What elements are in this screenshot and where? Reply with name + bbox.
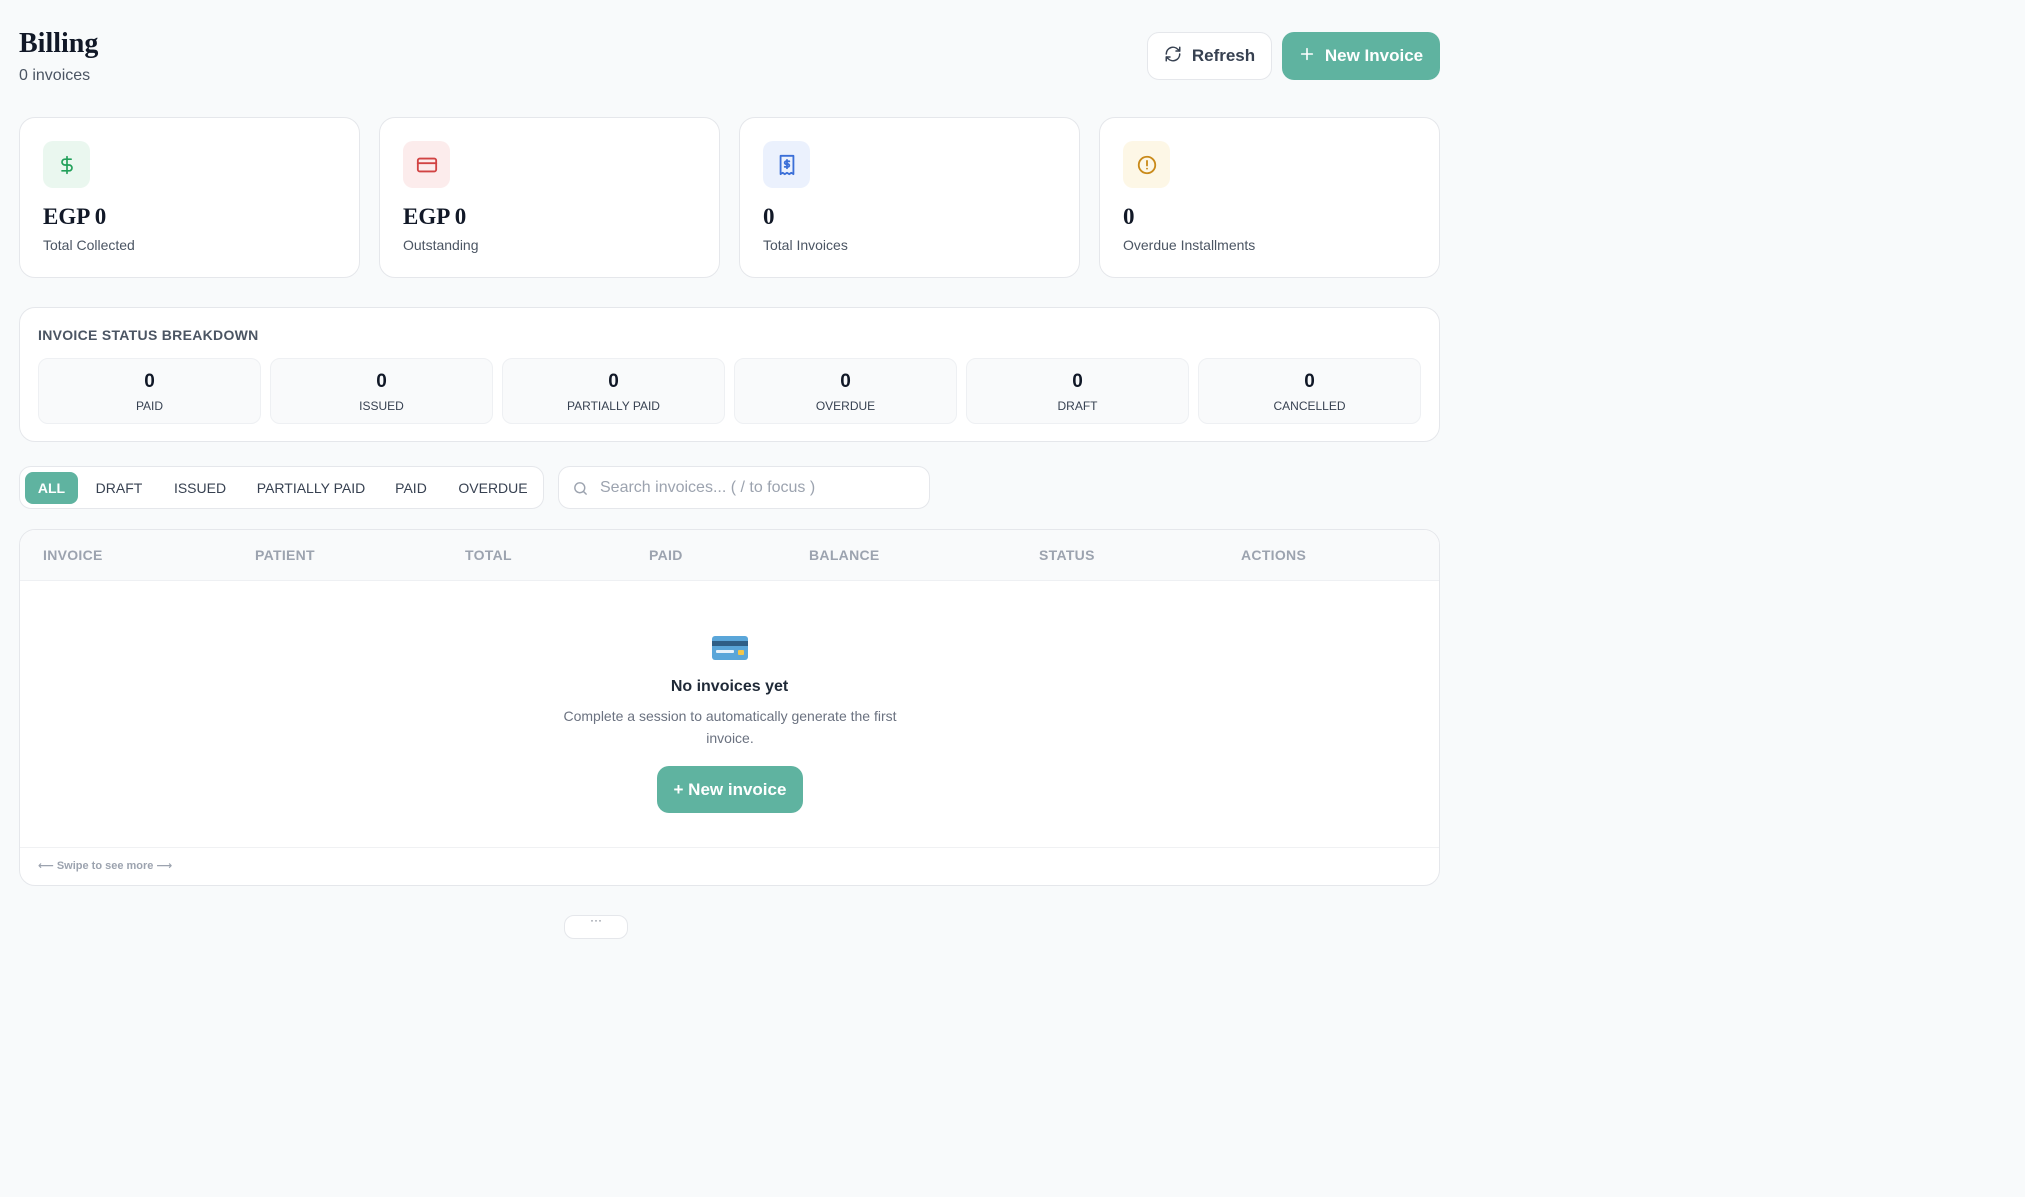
breakdown-label: PARTIALLY PAID	[567, 399, 660, 413]
column-header-paid[interactable]: PAID	[649, 547, 683, 563]
invoice-count: 0 invoices	[19, 67, 91, 84]
stat-value: EGP 0	[43, 204, 107, 229]
column-header-balance[interactable]: BALANCE	[809, 547, 880, 563]
stat-value: 0	[1123, 204, 1135, 229]
filter-tab-paid[interactable]: PAID	[386, 472, 436, 504]
column-header-total[interactable]: TOTAL	[465, 547, 512, 563]
credit-card-icon	[403, 141, 450, 188]
breakdown-item-cancelled: 0 CANCELLED	[1198, 358, 1421, 424]
billing-page: Billing 0 invoices Refresh New Invoice E…	[0, 0, 1568, 939]
invoice-status-breakdown: INVOICE STATUS BREAKDOWN 0 PAID 0 ISSUED…	[19, 307, 1440, 442]
breakdown-label: ISSUED	[359, 399, 404, 413]
stat-card-total-collected: EGP 0 Total Collected	[19, 117, 360, 278]
breakdown-value: 0	[1304, 371, 1315, 392]
search-icon	[572, 480, 589, 502]
breakdown-item-issued: 0 ISSUED	[270, 358, 493, 424]
new-invoice-button[interactable]: New Invoice	[1282, 32, 1440, 80]
breakdown-item-overdue: 0 OVERDUE	[734, 358, 957, 424]
breakdown-label: DRAFT	[1057, 399, 1098, 413]
stat-label: Total Collected	[43, 237, 135, 253]
filter-tab-overdue[interactable]: OVERDUE	[448, 472, 538, 504]
breakdown-title: INVOICE STATUS BREAKDOWN	[38, 327, 259, 343]
receipt-icon	[763, 141, 810, 188]
invoices-table: INVOICE PATIENT TOTAL PAID BALANCE STATU…	[19, 529, 1440, 886]
empty-state-title: No invoices yet	[670, 678, 789, 695]
refresh-button[interactable]: Refresh	[1147, 32, 1272, 80]
table-footer: ⟵ Swipe to see more ⟶	[20, 847, 1439, 885]
breakdown-label: CANCELLED	[1273, 399, 1346, 413]
column-header-patient[interactable]: PATIENT	[255, 547, 315, 563]
breakdown-label: PAID	[135, 399, 164, 413]
new-invoice-label: New Invoice	[1324, 46, 1424, 65]
swipe-hint: ⟵ Swipe to see more ⟶	[38, 860, 173, 872]
breakdown-item-paid: 0 PAID	[38, 358, 261, 424]
filter-tab-draft[interactable]: DRAFT	[86, 472, 152, 504]
breakdown-value: 0	[1072, 371, 1083, 392]
empty-new-invoice-button[interactable]: + New invoice	[657, 766, 803, 813]
alert-circle-icon	[1123, 141, 1170, 188]
stat-card-overdue-installments: 0 Overdue Installments	[1099, 117, 1440, 278]
page-title: Billing	[19, 28, 99, 59]
breakdown-value: 0	[840, 371, 851, 392]
stat-label: Overdue Installments	[1123, 237, 1256, 253]
breakdown-value: 0	[376, 371, 387, 392]
column-header-status[interactable]: STATUS	[1039, 547, 1095, 563]
stat-card-total-invoices: 0 Total Invoices	[739, 117, 1080, 278]
stat-card-outstanding: EGP 0 Outstanding	[379, 117, 720, 278]
breakdown-label: OVERDUE	[815, 399, 876, 413]
stat-value: EGP 0	[403, 204, 467, 229]
status-filter-tabs: ALL DRAFT ISSUED PARTIALLY PAID PAID OVE…	[19, 466, 544, 509]
empty-state-description: Complete a session to automatically gene…	[563, 708, 897, 746]
refresh-icon	[1164, 45, 1182, 68]
column-header-invoice[interactable]: INVOICE	[43, 547, 103, 563]
stat-label: Total Invoices	[763, 237, 848, 253]
credit-card-icon	[711, 634, 749, 667]
search-input[interactable]	[600, 468, 920, 508]
filter-tab-issued[interactable]: ISSUED	[164, 472, 236, 504]
plus-icon	[1299, 46, 1315, 67]
stat-value: 0	[763, 204, 775, 229]
column-header-actions: ACTIONS	[1241, 547, 1307, 563]
filter-tab-all[interactable]: ALL	[25, 472, 78, 504]
breakdown-value: 0	[144, 371, 155, 392]
search-box	[558, 466, 930, 509]
bottom-handle[interactable]: ···	[564, 915, 628, 939]
breakdown-item-partially-paid: 0 PARTIALLY PAID	[502, 358, 725, 424]
breakdown-value: 0	[608, 371, 619, 392]
table-header: INVOICE PATIENT TOTAL PAID BALANCE STATU…	[20, 530, 1439, 581]
refresh-label: Refresh	[1191, 46, 1256, 65]
breakdown-item-draft: 0 DRAFT	[966, 358, 1189, 424]
stat-label: Outstanding	[403, 237, 479, 253]
dollar-icon	[43, 141, 90, 188]
filter-tab-partially-paid[interactable]: PARTIALLY PAID	[248, 472, 374, 504]
